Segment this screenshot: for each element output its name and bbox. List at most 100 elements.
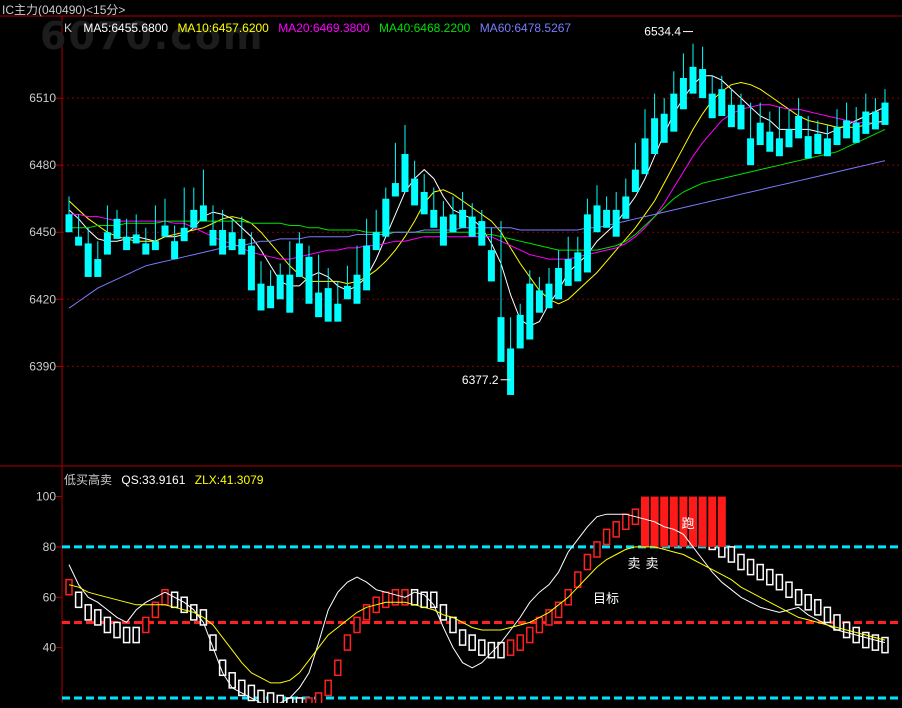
candle-body [363, 245, 371, 291]
candle-body [199, 205, 207, 222]
qs-box [74, 591, 83, 609]
candle-body [238, 238, 246, 255]
candle-body [449, 214, 457, 233]
red-signal-bar [660, 496, 669, 547]
qs-box [535, 616, 544, 634]
candle-body [113, 218, 121, 239]
candle-body [497, 317, 505, 362]
indicator-legend: 低买高卖 QS:33.9161 ZLX:41.3079 [64, 471, 263, 488]
candle-body [535, 290, 543, 313]
candle-body [487, 250, 495, 282]
candle-body [468, 216, 476, 237]
red-signal-bar [641, 496, 649, 547]
price-tick-label: 6390 [29, 359, 56, 373]
qs-box [343, 634, 352, 651]
qs-box [622, 513, 630, 531]
indicator-tick-label: 40 [43, 641, 57, 655]
candle-body [574, 252, 582, 282]
price-tick-label: 6420 [29, 292, 56, 306]
candle-body [785, 129, 793, 148]
qs-box [602, 528, 611, 546]
qs-box [65, 578, 73, 596]
candle-body [94, 259, 102, 277]
qs-box [314, 692, 323, 708]
candle-body [631, 169, 639, 192]
candle-body [545, 283, 553, 309]
candle-body [257, 283, 265, 311]
candle-body [679, 78, 687, 110]
qs-box [353, 616, 361, 634]
candle-body [843, 120, 851, 139]
qs-box [583, 553, 592, 571]
qs-box [814, 599, 822, 616]
candle-body [564, 259, 572, 286]
window-title[interactable]: IC主力(040490)<15分> [2, 1, 125, 18]
qs-box [785, 581, 793, 599]
candle-body [142, 243, 150, 255]
candle-body [219, 230, 227, 255]
candle-body [401, 154, 409, 192]
qs-box [84, 604, 92, 621]
qs-box [746, 558, 755, 576]
price-tick-label: 6510 [29, 91, 56, 105]
sell-annotation: 卖 [645, 556, 658, 571]
candle-body [814, 133, 822, 154]
candle-body [420, 192, 428, 215]
candle-body [708, 93, 716, 119]
candle-body [622, 196, 630, 219]
qs-box [593, 541, 601, 558]
candle-body [334, 303, 342, 322]
candle-body [247, 245, 255, 291]
indicator-title: 低买高卖 [64, 473, 113, 487]
candle-body [670, 93, 678, 132]
ma40-legend: MA40:6468.2200 [378, 21, 471, 35]
candle-body [324, 288, 332, 322]
candle-body [526, 283, 534, 340]
candle-body [507, 348, 515, 395]
qs-box [756, 563, 764, 581]
ma-line-ma10 [68, 81, 886, 305]
qs-box [526, 626, 534, 644]
qs-box [823, 606, 832, 624]
qs-box [766, 568, 774, 586]
candle-body [747, 138, 755, 166]
qs-box [170, 591, 179, 609]
low-price-label: 6377.2 [462, 373, 499, 387]
candle-body [881, 102, 889, 125]
red-signal-bar [698, 496, 707, 547]
qs-box [775, 573, 784, 591]
candle-body [766, 131, 774, 152]
qs-box [439, 604, 448, 621]
candle-body [727, 104, 735, 128]
indicator-white-line [68, 513, 886, 707]
candle-body [123, 236, 131, 251]
candle-body [190, 209, 198, 228]
chart-svg: 6510 6480 6450 6420 6390 6534.4 6377.2 100 80 60 4… [0, 15, 902, 708]
qs-box [727, 546, 736, 563]
candle-body [439, 216, 447, 246]
candle-body [583, 214, 591, 273]
candle-body [852, 122, 860, 143]
candle-body [305, 256, 313, 304]
candle-body [718, 89, 726, 116]
candle-body [286, 274, 294, 313]
candle-body [295, 243, 303, 277]
qs-box [228, 672, 236, 689]
candle-body [478, 221, 486, 246]
candle-body [180, 227, 188, 242]
qs-box [113, 621, 121, 639]
main-legend: K MA5:6455.6800 MA10:6457.6200 MA20:6469… [64, 21, 571, 35]
indicator-tick-label: 60 [43, 590, 57, 604]
candle-body [775, 138, 783, 157]
candle-body [75, 236, 83, 246]
qs-box [142, 616, 150, 634]
qs-box [266, 692, 275, 708]
candle-body [353, 274, 361, 304]
qs-box [794, 588, 803, 606]
qs-box [804, 594, 812, 611]
candle-body [795, 116, 803, 139]
candle-body [228, 232, 236, 251]
indicator-tick-label: 80 [43, 540, 57, 554]
candle-body [132, 234, 140, 244]
candle-body [516, 314, 524, 349]
